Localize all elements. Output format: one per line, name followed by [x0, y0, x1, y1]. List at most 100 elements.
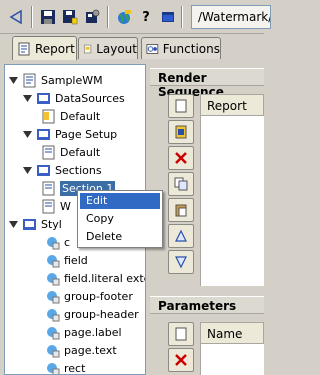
styles-folder-icon	[23, 218, 36, 230]
new-parameter-button[interactable]	[168, 322, 194, 346]
tab-report[interactable]: Report	[12, 36, 77, 60]
tree-node-style-field-literal[interactable]: field.literal exte	[45, 269, 145, 287]
expand-icon[interactable]	[9, 76, 18, 85]
tree-label: Sections	[55, 163, 102, 177]
tree-node-pagesetup[interactable]: Page Setup	[23, 125, 117, 143]
delete-parameter-button[interactable]	[168, 348, 194, 372]
paste-icon	[175, 204, 187, 217]
style-icon	[47, 290, 60, 303]
page-setup-icon	[37, 128, 50, 140]
render-sequence-list[interactable]	[200, 116, 264, 286]
page-icon	[42, 145, 55, 159]
copy-button[interactable]	[168, 172, 194, 196]
save-icon[interactable]	[37, 6, 59, 28]
globe-icon[interactable]	[113, 6, 135, 28]
settings-icon[interactable]	[81, 6, 103, 28]
tab-functions-label: Functions	[162, 41, 220, 56]
style-icon	[47, 308, 60, 321]
tree-node-root[interactable]: SampleWM	[9, 71, 103, 89]
copy-menu-item[interactable]: Copy	[80, 211, 160, 227]
add-report-icon	[175, 125, 187, 139]
tree-node-style-group-header[interactable]: group-header	[45, 305, 139, 323]
delete-icon	[175, 152, 187, 164]
delete-icon	[175, 354, 187, 366]
style-icon	[47, 362, 60, 374]
tree-label: rect	[64, 361, 86, 375]
tree-label: c	[64, 235, 71, 249]
help-icon[interactable]: ?	[135, 6, 157, 28]
render-sequence-title: Render Sequence	[150, 68, 264, 99]
tab-layout-label: Layout	[96, 41, 137, 56]
tree-label: W	[60, 199, 71, 213]
layout-icon	[83, 44, 92, 53]
right-panel: Render Sequence Report Parameters Name	[150, 64, 264, 375]
parameters-list[interactable]	[200, 344, 264, 375]
paste-button[interactable]	[168, 198, 194, 222]
tree-node-style-c[interactable]: c	[45, 233, 70, 251]
functions-icon	[146, 43, 159, 54]
delete-menu-item[interactable]: Delete	[80, 229, 160, 245]
add-report-button[interactable]	[168, 120, 194, 144]
toolbar-separator	[181, 6, 183, 28]
context-menu: Edit Section... Copy Delete	[77, 190, 163, 248]
copy-icon	[174, 177, 188, 191]
new-item-button[interactable]	[168, 94, 194, 118]
style-icon	[47, 326, 60, 339]
tab-layout[interactable]: Layout	[78, 37, 138, 59]
tab-functions[interactable]: Functions	[141, 37, 221, 59]
style-icon	[47, 236, 60, 249]
database-folder-icon	[37, 92, 50, 104]
tree-node-style-rect[interactable]: rect	[45, 359, 86, 375]
expand-icon[interactable]	[23, 94, 32, 103]
delete-button[interactable]	[168, 146, 194, 170]
tree-label: DataSources	[55, 91, 125, 105]
tree-node-pagesetup-default[interactable]: Default	[41, 143, 100, 161]
sections-folder-icon	[37, 164, 50, 176]
tree-label: group-footer	[64, 289, 133, 303]
render-sequence-column-header[interactable]: Report	[200, 94, 264, 116]
tree-label: Page Setup	[55, 127, 118, 141]
tree-node-datasource-default[interactable]: Default	[41, 107, 100, 125]
move-down-button[interactable]	[168, 250, 194, 274]
move-up-button[interactable]	[168, 224, 194, 248]
tree-label: SampleWM	[41, 73, 103, 87]
tree-node-datasources[interactable]: DataSources	[23, 89, 125, 107]
tab-bar: Report Layout Functions	[0, 34, 264, 60]
expand-icon[interactable]	[23, 130, 32, 139]
tree-label: group-header	[64, 307, 139, 321]
toolbar-separator	[107, 6, 109, 28]
window-icon[interactable]	[157, 6, 179, 28]
tree-node-style-page-text[interactable]: page.text	[45, 341, 117, 359]
arrow-up-icon	[175, 229, 187, 242]
tree-node-style-page-label[interactable]: page.label	[45, 323, 122, 341]
tree-label: page.text	[64, 343, 117, 357]
edit-section-menu-item[interactable]: Edit Section...	[80, 193, 160, 220]
tree-node-styles[interactable]: Styl	[9, 215, 62, 233]
expand-icon[interactable]	[9, 220, 18, 229]
back-icon[interactable]	[5, 6, 27, 28]
arrow-down-icon	[175, 256, 187, 269]
section-icon	[42, 181, 55, 195]
tree-label: Default	[60, 109, 101, 123]
new-document-icon	[175, 99, 187, 113]
tree-node-style-group-footer[interactable]: group-footer	[45, 287, 133, 305]
expand-icon[interactable]	[23, 166, 32, 175]
tree-label: field	[64, 253, 88, 267]
tree-label: Styl	[41, 217, 62, 231]
style-icon	[47, 344, 60, 357]
toolbar: ? /Watermark/	[0, 0, 271, 34]
new-document-icon	[175, 327, 187, 341]
tree-node-sections[interactable]: Sections	[23, 161, 102, 179]
section-icon	[42, 199, 55, 213]
tree-node-section-2[interactable]: W	[41, 197, 71, 215]
tree-label: page.label	[64, 325, 122, 339]
style-icon	[47, 254, 60, 267]
parameters-column-header[interactable]: Name	[200, 322, 264, 344]
save-as-icon[interactable]	[59, 6, 81, 28]
tree-label: Default	[60, 145, 101, 159]
report-icon	[18, 42, 30, 55]
tab-report-label: Report	[35, 41, 75, 56]
path-field[interactable]: /Watermark/	[191, 5, 271, 29]
report-icon	[23, 73, 36, 87]
tree-node-style-field[interactable]: field	[45, 251, 88, 269]
